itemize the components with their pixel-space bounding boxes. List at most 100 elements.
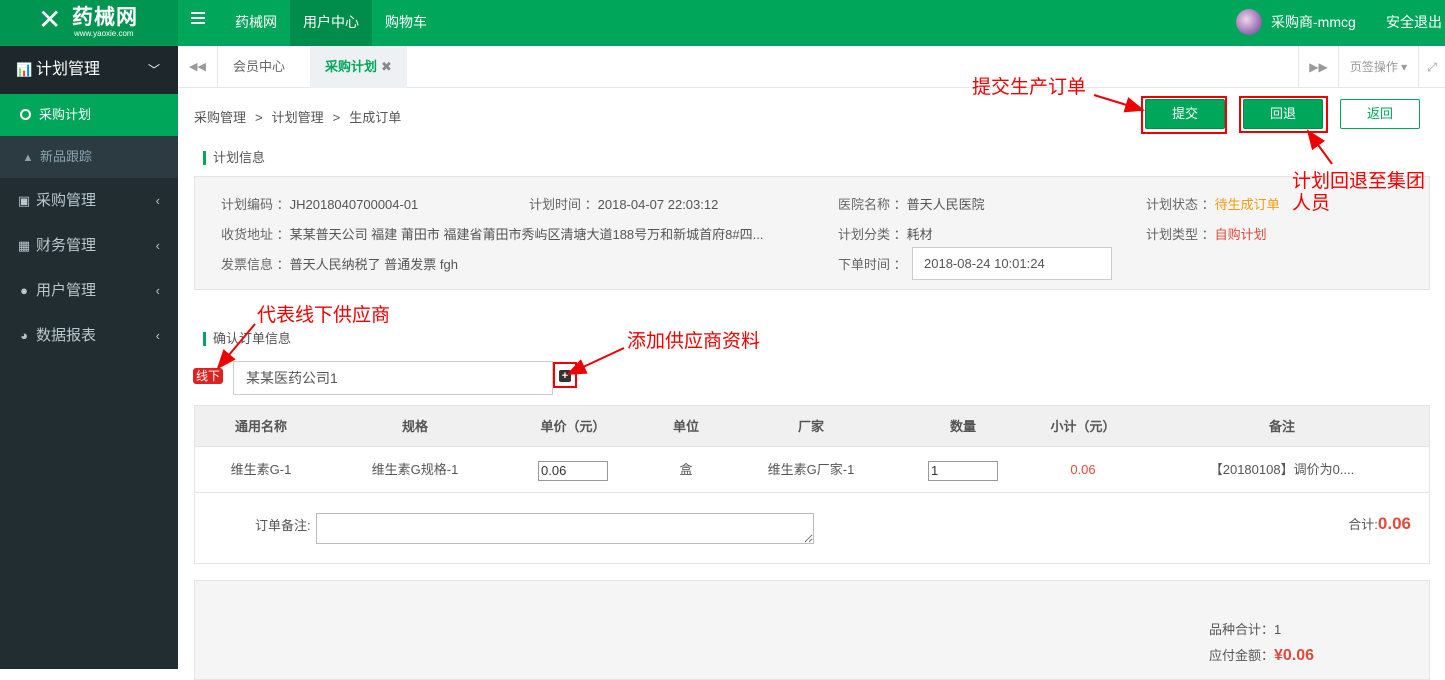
breadcrumb-item: 生成订单 bbox=[349, 110, 402, 125]
col-qty: 数量 bbox=[949, 419, 976, 434]
sidebar-item-finance[interactable]: ▦ 财务管理 ‹ bbox=[0, 223, 178, 268]
cell-spec: 维生素G规格-1 bbox=[371, 462, 459, 477]
bar-chart-icon: 📊 bbox=[16, 62, 33, 77]
quantity-input[interactable] bbox=[928, 460, 998, 481]
cell-price bbox=[503, 447, 643, 493]
invoice-info: 发票信息 ：普天人民纳税了 普通发票 fgh bbox=[221, 254, 458, 273]
annotation-rollback-2: 人员 bbox=[1292, 193, 1331, 214]
shopping-bag-icon: ▣ bbox=[17, 193, 31, 208]
breadcrumb: 采购管理 > 计划管理 > 生成订单 bbox=[194, 107, 401, 126]
sidebar-item-reports[interactable]: ◕ 数据报表 ‹ bbox=[0, 313, 178, 358]
logo-text: 药械网 bbox=[72, 6, 138, 29]
cell-subtotal: 0.06 bbox=[1070, 462, 1096, 477]
summary-panel: 品种合计：1 应付金额：¥0.06 bbox=[194, 580, 1430, 680]
sidebar-item-label: 采购计划 bbox=[39, 107, 92, 122]
sidebar-item-purchase[interactable]: ▣ 采购管理 ‹ bbox=[0, 178, 178, 223]
breadcrumb-separator: > bbox=[255, 110, 263, 125]
tab-member-center[interactable]: 会员中心 bbox=[218, 46, 300, 88]
field-label: 计划编码 ： bbox=[221, 197, 290, 212]
avatar[interactable] bbox=[1236, 9, 1262, 35]
sidebar-item-label: 用户管理 bbox=[36, 282, 97, 299]
nav-cart[interactable]: 购物车 bbox=[372, 0, 440, 46]
field-label: 医院名称 ： bbox=[838, 197, 907, 212]
order-table: 通用名称 规格 单价（元） 单位 厂家 数量 小计（元） 备注 维生素G-1 维… bbox=[194, 405, 1430, 493]
sidebar-item-purchase-plan[interactable]: 采购计划 bbox=[0, 94, 178, 136]
sidebar-group-plan[interactable]: 📊 计划管理 ﹀ bbox=[0, 46, 178, 94]
total-value: 0.06 bbox=[1377, 514, 1411, 533]
field-value: 2018-04-07 22:03:12 bbox=[597, 197, 719, 212]
field-value: 普天人民纳税了 普通发票 fgh bbox=[289, 257, 458, 272]
menu-toggle-icon[interactable] bbox=[191, 12, 205, 24]
offline-badge: 线下 bbox=[193, 368, 224, 384]
status-badge: 待生成订单 bbox=[1214, 197, 1280, 212]
back-button[interactable]: 返回 bbox=[1340, 99, 1420, 129]
col-name: 通用名称 bbox=[234, 419, 287, 434]
field-label: 收货地址 ： bbox=[221, 227, 290, 242]
field-label: 计划状态 ： bbox=[1146, 197, 1215, 212]
cell-remark: 【20180108】调价为0.... bbox=[1209, 462, 1355, 477]
tab-label: 采购计划 bbox=[325, 59, 378, 74]
order-time-label: 下单时间 ： bbox=[838, 257, 907, 272]
sidebar-item-users[interactable]: ● 用户管理 ‹ bbox=[0, 268, 178, 313]
rollback-button[interactable]: 回退 bbox=[1243, 99, 1323, 129]
circle-icon bbox=[20, 109, 31, 120]
cell-qty bbox=[893, 447, 1033, 493]
bag-icon: ▲ bbox=[22, 152, 34, 164]
delivery-address: 收货地址 ：某某普天公司 福建 莆田市 福建省莆田市秀屿区清塘大道188号万和新… bbox=[221, 224, 763, 243]
field-value: ¥0.06 bbox=[1274, 647, 1315, 664]
tab-bar: ◀◀ 会员中心 采购计划 ✖ ▶▶ 页签操作 ▾ ⤢ bbox=[178, 46, 1445, 88]
order-time-field[interactable]: 2018-08-24 10:01:24 bbox=[912, 247, 1112, 280]
nav-home[interactable]: 药械网 bbox=[222, 0, 290, 46]
scroll-left-icon[interactable]: ◀◀ bbox=[178, 46, 218, 88]
field-label: 应付金额： bbox=[1209, 648, 1275, 663]
order-info-title: 确认订单信息 bbox=[203, 332, 291, 346]
top-navbar: ✕ 药械网 www.yaoxie.com 药械网 用户中心 购物车 采购商-mm… bbox=[0, 0, 1445, 46]
cell-unit: 盒 bbox=[679, 462, 693, 477]
logo[interactable]: ✕ 药械网 www.yaoxie.com bbox=[0, 0, 178, 46]
table-header: 通用名称 规格 单价（元） 单位 厂家 数量 小计（元） 备注 bbox=[194, 405, 1430, 447]
close-icon[interactable]: ✖ bbox=[381, 59, 392, 74]
chevron-left-icon: ‹ bbox=[155, 283, 160, 298]
breadcrumb-item[interactable]: 采购管理 bbox=[194, 110, 246, 125]
supplier-field[interactable]: 某某医药公司1 bbox=[233, 361, 553, 395]
annotation-add-supplier: 添加供应商资料 bbox=[627, 331, 761, 352]
sidebar: 📊 计划管理 ﹀ 采购计划 ▲ 新品跟踪 ▣ 采购管理 ‹ ▦ 财务管理 ‹ ● 用户管理… bbox=[0, 46, 178, 669]
add-supplier-icon[interactable]: + bbox=[559, 370, 571, 382]
page-ops-dropdown[interactable]: 页签操作 ▾ bbox=[1338, 46, 1418, 88]
field-label: 品种合计： bbox=[1209, 622, 1275, 637]
field-label: 计划分类 ： bbox=[838, 227, 907, 242]
col-spec: 规格 bbox=[401, 419, 428, 434]
nav-user-center[interactable]: 用户中心 bbox=[290, 0, 372, 46]
submit-button[interactable]: 提交 bbox=[1145, 99, 1225, 129]
breadcrumb-item[interactable]: 计划管理 bbox=[272, 110, 324, 125]
sidebar-item-new-product[interactable]: ▲ 新品跟踪 bbox=[0, 136, 178, 178]
cell-name: 维生素G-1 bbox=[230, 462, 292, 477]
chevron-down-icon: ﹀ bbox=[147, 63, 160, 77]
price-input[interactable] bbox=[538, 460, 608, 481]
payable-amount: 应付金额：¥0.06 bbox=[1209, 645, 1314, 665]
field-value: 1 bbox=[1274, 622, 1282, 637]
plan-time: 计划时间 ：2018-04-07 22:03:12 bbox=[529, 194, 718, 213]
hospital-name: 医院名称 ：普天人民医院 bbox=[838, 194, 985, 213]
field-value: 耗材 bbox=[906, 227, 933, 242]
user-name[interactable]: 采购商-mmcg bbox=[1271, 0, 1356, 44]
fullscreen-icon[interactable]: ⤢ bbox=[1418, 46, 1445, 88]
field-label: 计划类型 ： bbox=[1146, 227, 1215, 242]
calculator-icon: ▦ bbox=[17, 238, 31, 253]
logout-link[interactable]: 安全退出 bbox=[1386, 0, 1442, 44]
plan-category: 计划分类 ：耗材 bbox=[838, 224, 933, 243]
order-note-input[interactable] bbox=[316, 513, 814, 544]
field-value: 某某普天公司 福建 莆田市 福建省莆田市秀屿区清塘大道188号万和新城首府8#四… bbox=[289, 227, 764, 242]
logo-mark: ✕ bbox=[38, 4, 62, 35]
field-value: 普天人民医院 bbox=[906, 197, 985, 212]
field-value: 自购计划 bbox=[1214, 227, 1267, 242]
chevron-left-icon: ‹ bbox=[155, 193, 160, 208]
col-remark: 备注 bbox=[1268, 419, 1295, 434]
plan-code: 计划编码 ：JH2018040700004-01 bbox=[221, 194, 418, 213]
order-note-label: 订单备注: bbox=[255, 518, 311, 533]
chevron-left-icon: ‹ bbox=[155, 238, 160, 253]
page-ops-label: 页签操作 bbox=[1349, 60, 1398, 74]
plan-type: 计划类型 ：自购计划 bbox=[1146, 224, 1267, 243]
scroll-right-icon[interactable]: ▶▶ bbox=[1298, 46, 1338, 88]
tab-purchase-plan[interactable]: 采购计划 ✖ bbox=[310, 46, 407, 88]
